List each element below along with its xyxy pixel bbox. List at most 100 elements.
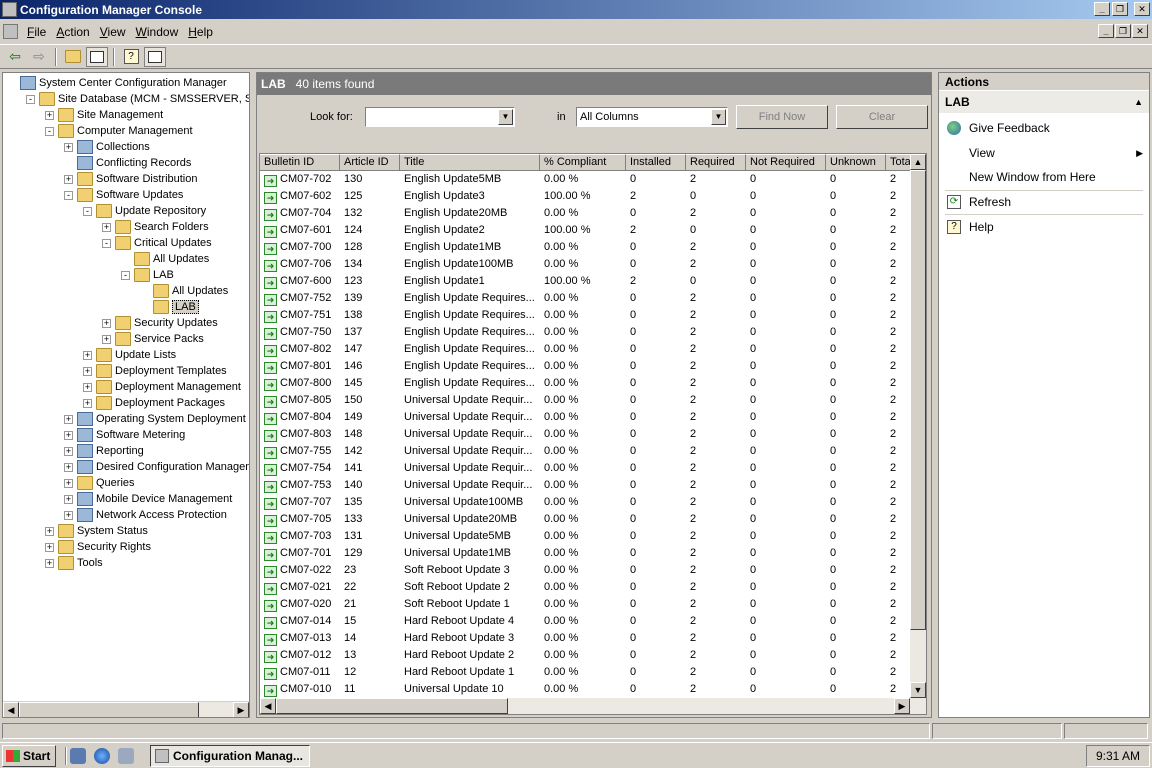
scroll-left-button[interactable]: ◀ [260,698,276,714]
table-row[interactable]: ➜ CM07-601 124 English Update2 100.00 % 2 0 0 0 2 [260,222,914,239]
tree-item[interactable]: + Software Distribution [64,171,198,187]
menu-view[interactable]: View [95,25,131,39]
expand-icon[interactable]: + [45,526,54,536]
give-feedback-action[interactable]: Give Feedback [939,117,1149,139]
expand-icon[interactable]: + [64,142,73,152]
show-hide-tree-icon[interactable] [86,46,108,67]
tree-item[interactable]: + Network Access Protection [64,507,227,523]
tree-item-label[interactable]: Software Updates [96,189,183,201]
tree-item[interactable]: - Update Repository [83,203,206,219]
scroll-left-button[interactable]: ◀ [3,702,19,717]
tree-item[interactable]: + Reporting [64,443,144,459]
start-button[interactable]: Start [2,745,56,767]
expand-icon[interactable]: + [102,222,111,232]
table-row[interactable]: ➜ CM07-802 147 English Update Requires... 0.… [260,341,914,358]
chevron-down-icon[interactable]: ▼ [711,109,726,125]
table-row[interactable]: ➜ CM07-700 128 English Update1MB 0.00 % 0 2 0 0 2 [260,239,914,256]
show-hide-action-pane-icon[interactable] [144,46,166,67]
table-row[interactable]: ➜ CM07-706 134 English Update100MB 0.00 % 0 2 0… [260,256,914,273]
up-folder-icon[interactable] [62,47,84,67]
table-row[interactable]: ➜ CM07-805 150 Universal Update Requir... 0.… [260,392,914,409]
collapse-icon[interactable]: ▲ [1134,91,1143,113]
expand-icon[interactable]: + [45,110,54,120]
clear-button[interactable]: Clear [836,105,928,129]
expand-icon[interactable]: + [83,382,92,392]
expand-icon[interactable]: + [102,334,111,344]
tree-item-label[interactable]: Reporting [96,445,144,457]
tree-item[interactable]: - LAB [121,267,174,283]
collapse-icon[interactable]: - [45,126,54,136]
table-row[interactable]: ➜ CM07-600 123 English Update1 100.00 % 2 0 0 0 2 [260,273,914,290]
tree-item-label[interactable]: Critical Updates [134,237,212,249]
app-icon[interactable] [2,2,17,17]
actions-section-header[interactable]: LAB ▲ [939,91,1149,113]
look-for-combo[interactable]: ▼ [365,107,515,127]
scroll-right-button[interactable]: ▶ [233,702,249,717]
table-row[interactable]: ➜ CM07-704 132 English Update20MB 0.00 % 0 2 0 0… [260,205,914,222]
tree-item-label[interactable]: Operating System Deployment [96,413,246,425]
collapse-icon[interactable]: - [64,190,73,200]
tree-item[interactable]: Conflicting Records [64,155,191,171]
menu-help[interactable]: Help [183,25,218,39]
expand-icon[interactable]: + [64,510,73,520]
table-row[interactable]: ➜ CM07-021 22 Soft Reboot Update 2 0.00 % 0 2 0… [260,579,914,596]
tree-item[interactable]: - Software Updates [64,187,183,203]
close-button[interactable]: ✕ [1134,2,1150,16]
tree-item-label[interactable]: LAB [153,269,174,281]
tree-item[interactable]: + Collections [64,139,150,155]
tree-item-label[interactable]: Queries [96,477,135,489]
tree-item-label[interactable]: Collections [96,141,150,153]
expand-icon[interactable]: + [64,494,73,504]
tree-item-label[interactable]: Network Access Protection [96,509,227,521]
mdi-restore-button[interactable]: ❐ [1115,24,1131,38]
column-header[interactable]: Article ID [340,154,400,171]
expand-icon[interactable]: + [102,318,111,328]
column-header[interactable]: Title [400,154,540,171]
table-row[interactable]: ➜ CM07-010 11 Universal Update 10 0.00 % 0 2 0 0… [260,681,914,698]
document-icon[interactable] [3,24,18,39]
expand-icon[interactable]: + [83,398,92,408]
tree-item[interactable]: + Update Lists [83,347,176,363]
table-row[interactable]: ➜ CM07-602 125 English Update3 100.00 % 2 0 0 0 2 [260,188,914,205]
tree-item[interactable]: + Service Packs [102,331,204,347]
search-column-combo[interactable]: All Columns ▼ [576,107,728,127]
scroll-right-button[interactable]: ▶ [894,698,910,714]
list-horizontal-scrollbar[interactable]: ◀ ▶ [260,698,926,714]
table-row[interactable]: ➜ CM07-751 138 English Update Requires... 0.… [260,307,914,324]
view-action[interactable]: View ▶ [939,142,1149,164]
table-row[interactable]: ➜ CM07-022 23 Soft Reboot Update 3 0.00 % 0 2 0… [260,562,914,579]
tree-item[interactable]: + Deployment Management [83,379,241,395]
expand-icon[interactable]: + [64,430,73,440]
table-row[interactable]: ➜ CM07-800 145 English Update Requires... 0.… [260,375,914,392]
collapse-icon[interactable]: - [102,238,111,248]
tree-item[interactable]: - Site Database (MCM - SMSSERVER, SCCM [26,91,249,107]
tree-item-label[interactable]: Security Rights [77,541,151,553]
chevron-down-icon[interactable]: ▼ [498,109,513,125]
tree-item-label[interactable]: Service Packs [134,333,204,345]
scroll-thumb[interactable] [19,702,199,717]
tree-item-label[interactable]: Site Management [77,109,163,121]
tree-item[interactable]: + Queries [64,475,135,491]
tree-item-label[interactable]: Update Lists [115,349,176,361]
table-row[interactable]: ➜ CM07-705 133 Universal Update20MB 0.00 % 0 2… [260,511,914,528]
mdi-close-button[interactable]: ✕ [1132,24,1148,38]
list-vertical-scrollbar[interactable]: ▲ ▼ [910,154,926,698]
table-row[interactable]: ➜ CM07-011 12 Hard Reboot Update 1 0.00 % 0 2 0… [260,664,914,681]
tree-item[interactable]: - Critical Updates [102,235,212,251]
tree-item[interactable]: + Mobile Device Management [64,491,232,507]
expand-icon[interactable]: + [83,350,92,360]
table-row[interactable]: ➜ CM07-753 140 Universal Update Requir... 0.… [260,477,914,494]
tree-item[interactable]: + Site Management [45,107,163,123]
tree-item[interactable]: + Security Updates [102,315,218,331]
tree-item-label[interactable]: Update Repository [115,205,206,217]
column-header[interactable]: Required [686,154,746,171]
table-row[interactable]: ➜ CM07-701 129 Universal Update1MB 0.00 % 0 2 0… [260,545,914,562]
scroll-up-button[interactable]: ▲ [910,154,926,170]
table-row[interactable]: ➜ CM07-012 13 Hard Reboot Update 2 0.00 % 0 2 0… [260,647,914,664]
tree-item[interactable]: + Tools [45,555,103,571]
internet-explorer-icon[interactable] [94,748,110,764]
collapse-icon[interactable]: - [83,206,92,216]
menu-file[interactable]: File [22,25,51,39]
table-row[interactable]: ➜ CM07-804 149 Universal Update Requir... 0.… [260,409,914,426]
expand-icon[interactable]: + [64,478,73,488]
